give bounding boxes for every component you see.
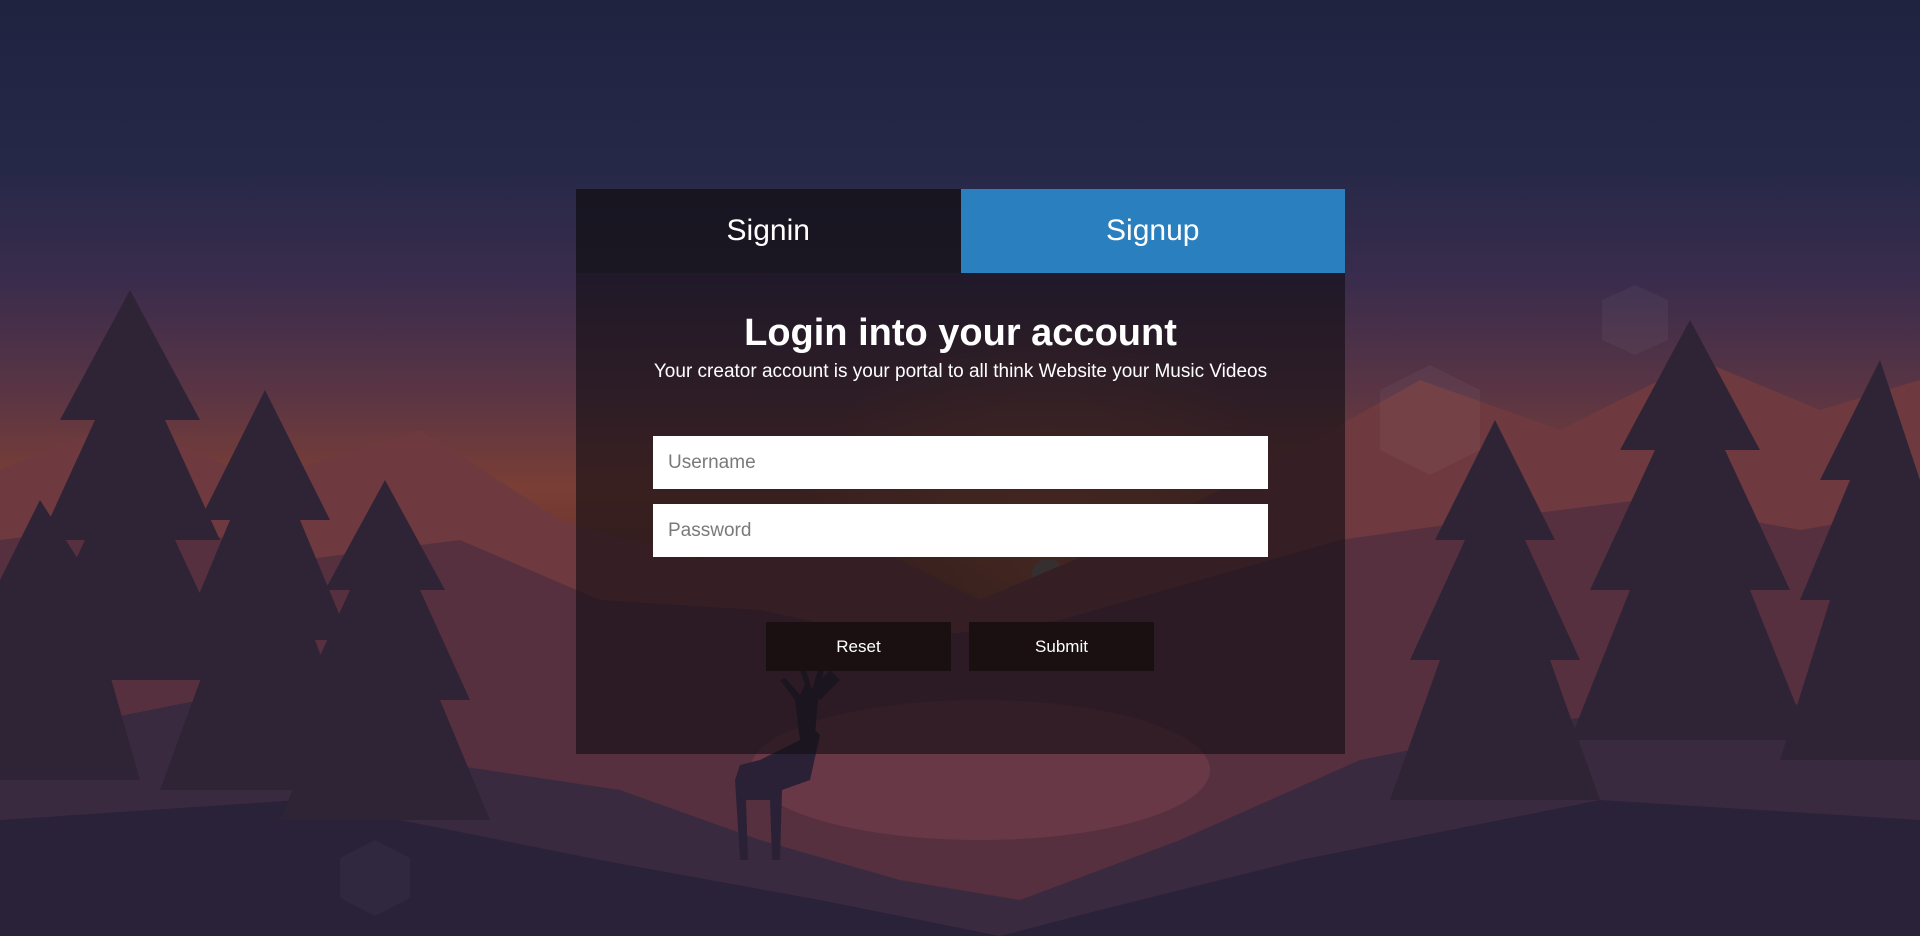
password-input[interactable] <box>653 504 1268 557</box>
form-heading: Login into your account <box>744 312 1177 354</box>
reset-button[interactable]: Reset <box>766 622 951 671</box>
login-panel: Signin Signup Login into your account Yo… <box>576 189 1345 754</box>
tab-signup[interactable]: Signup <box>960 189 1345 273</box>
submit-button[interactable]: Submit <box>969 622 1154 671</box>
username-input[interactable] <box>653 436 1268 489</box>
form-subheading: Your creator account is your portal to a… <box>653 361 1268 382</box>
form-actions: Reset Submit <box>766 622 1154 671</box>
left-trees <box>0 290 490 820</box>
tab-signin[interactable]: Signin <box>576 189 961 273</box>
tab-bar: Signin Signup <box>576 189 1345 273</box>
